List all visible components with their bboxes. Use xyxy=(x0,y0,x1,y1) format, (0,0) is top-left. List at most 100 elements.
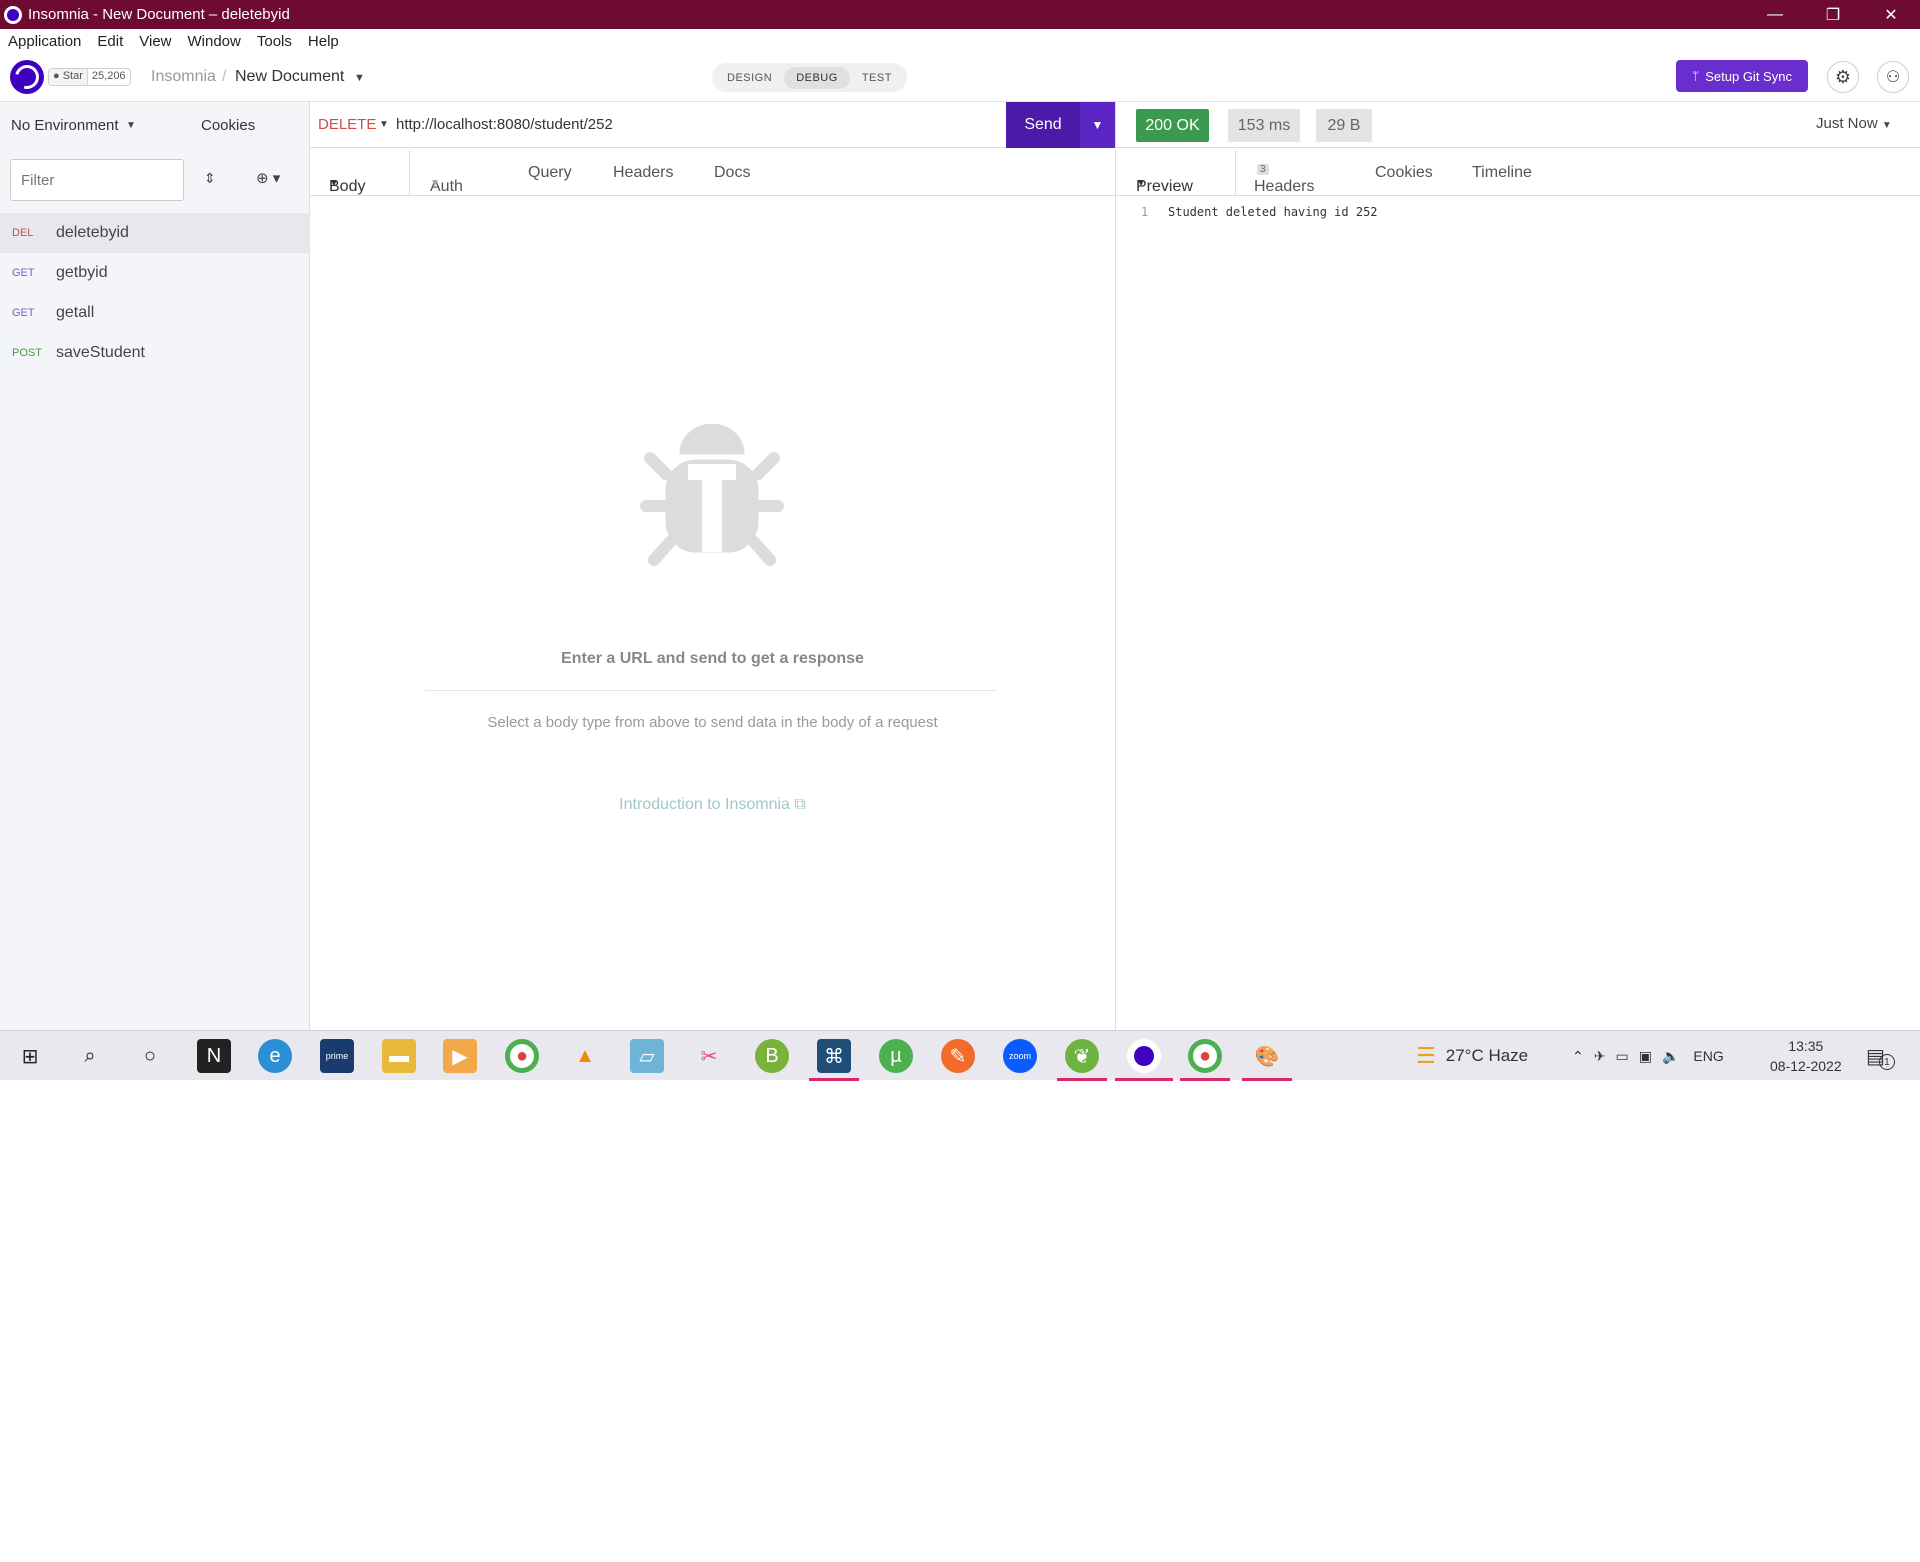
response-status-bar: 200 OK 153 ms 29 B Just Now ▼ xyxy=(1115,102,1920,148)
environment-dropdown[interactable]: No Environment xyxy=(11,117,119,134)
window-title: Insomnia - New Document – deletebyid xyxy=(28,6,290,23)
send-button[interactable]: Send xyxy=(1006,102,1080,148)
paint-icon[interactable]: 🎨 xyxy=(1250,1039,1284,1073)
tab-timeline[interactable]: Timeline xyxy=(1472,164,1532,182)
tab-debug[interactable]: DEBUG xyxy=(784,66,850,89)
tab-response-cookies[interactable]: Cookies xyxy=(1375,164,1433,182)
request-item-deletebyid[interactable]: DEL deletebyid xyxy=(0,213,310,253)
filter-input[interactable] xyxy=(10,159,184,201)
tab-response-headers[interactable]: Headers 3 xyxy=(1254,164,1314,195)
notes-app-icon[interactable]: ▱ xyxy=(630,1039,664,1073)
chrome-profile-icon[interactable]: ● xyxy=(1188,1039,1222,1073)
active-app-indicator xyxy=(1242,1078,1292,1081)
request-name: saveStudent xyxy=(56,344,145,361)
method-badge: POST xyxy=(12,347,42,359)
snipping-tool-icon[interactable]: ✂ xyxy=(692,1039,726,1073)
menu-application[interactable]: Application xyxy=(0,33,89,50)
utorrent-icon[interactable]: µ xyxy=(879,1039,913,1073)
chevron-down-icon[interactable]: ▼ xyxy=(354,72,365,84)
request-tabs: Body ▼ Auth ▼ Query Headers Docs xyxy=(310,150,1115,196)
active-app-indicator xyxy=(1057,1078,1107,1081)
chevron-down-icon: ▼ xyxy=(1091,118,1104,132)
battery-icon[interactable]: ▭ xyxy=(1615,1048,1628,1065)
volume-icon[interactable]: 🔈 xyxy=(1662,1048,1679,1065)
weather-widget[interactable]: ☰ 27°C Haze xyxy=(1416,1031,1528,1081)
chevron-up-icon[interactable]: ⌃ xyxy=(1572,1048,1584,1065)
display-icon[interactable]: ▣ xyxy=(1639,1048,1652,1065)
active-app-indicator xyxy=(1180,1078,1230,1081)
tab-design[interactable]: DESIGN xyxy=(715,67,784,89)
breadcrumb-root[interactable]: Insomnia xyxy=(151,68,216,86)
github-star-button[interactable]: ● Star 25,206 xyxy=(48,68,131,86)
chevron-down-icon[interactable]: ▼ xyxy=(126,120,136,131)
response-line: Student deleted having id 252 xyxy=(1168,205,1378,219)
bug-icon xyxy=(640,424,784,566)
insomnia-taskbar-icon[interactable] xyxy=(1127,1039,1161,1073)
git-sync-label: Setup Git Sync xyxy=(1705,68,1792,84)
request-name: getall xyxy=(56,304,95,321)
vlc-icon[interactable]: ▲ xyxy=(568,1039,602,1073)
setup-git-sync-button[interactable]: ᛘ Setup Git Sync xyxy=(1676,60,1808,92)
close-button[interactable]: ✕ xyxy=(1862,0,1920,29)
send-options-button[interactable]: ▼ xyxy=(1080,102,1115,148)
cookies-button[interactable]: Cookies xyxy=(201,117,255,134)
mysql-workbench-icon[interactable]: ⌘ xyxy=(817,1039,851,1073)
edge-icon[interactable]: e xyxy=(258,1039,292,1073)
menu-help[interactable]: Help xyxy=(300,33,347,50)
tab-headers[interactable]: Headers xyxy=(613,164,673,182)
restore-button[interactable]: ❐ xyxy=(1804,0,1862,29)
tab-divider xyxy=(409,150,410,196)
add-request-button[interactable]: ⊕ ▾ xyxy=(256,169,280,187)
tab-query[interactable]: Query xyxy=(528,164,572,182)
postman-icon[interactable]: ✎ xyxy=(941,1039,975,1073)
empty-state-subtitle: Select a body type from above to send da… xyxy=(487,714,938,731)
menu-edit[interactable]: Edit xyxy=(89,33,131,50)
time-badge: 153 ms xyxy=(1228,109,1300,142)
sidebar: No Environment ▼ Cookies ⇕ ⊕ ▾ DEL delet… xyxy=(0,102,310,1030)
insomnia-logo-icon xyxy=(4,5,22,24)
account-button[interactable]: ⚇ xyxy=(1877,61,1909,93)
request-item-savestudent[interactable]: POST saveStudent xyxy=(0,333,310,373)
divider xyxy=(425,690,997,691)
url-input[interactable]: http://localhost:8080/student/252 xyxy=(396,116,613,133)
notifications-button[interactable]: ▤ 1 xyxy=(1866,1031,1895,1081)
sort-icon[interactable]: ⇕ xyxy=(204,170,216,187)
window-titlebar: Insomnia - New Document – deletebyid — ❐… xyxy=(0,0,1920,29)
history-dropdown[interactable]: Just Now ▼ xyxy=(1816,115,1892,132)
method-badge: GET xyxy=(12,267,35,279)
insomnia-home-icon[interactable] xyxy=(10,60,44,94)
bluestacks-icon[interactable]: B xyxy=(755,1039,789,1073)
cortana-icon[interactable]: ○ xyxy=(133,1039,167,1073)
request-item-getall[interactable]: GET getall xyxy=(0,293,310,333)
chevron-down-icon[interactable]: ▼ xyxy=(379,119,389,130)
tab-divider xyxy=(1235,150,1236,196)
windows-start-icon[interactable]: ⊞ xyxy=(13,1039,47,1073)
file-explorer-icon[interactable]: ▬ xyxy=(382,1039,416,1073)
airplane-mode-icon[interactable]: ✈ xyxy=(1594,1048,1606,1065)
method-dropdown[interactable]: DELETE xyxy=(318,116,376,133)
document-name[interactable]: New Document xyxy=(235,68,344,86)
line-number: 1 xyxy=(1141,205,1149,219)
chrome-icon[interactable]: ● xyxy=(505,1039,539,1073)
language-indicator[interactable]: ENG xyxy=(1693,1048,1723,1064)
spring-tool-suite-icon[interactable]: ❦ xyxy=(1065,1039,1099,1073)
menu-view[interactable]: View xyxy=(131,33,179,50)
status-badge: 200 OK xyxy=(1136,109,1209,142)
zoom-icon[interactable]: zoom xyxy=(1003,1039,1037,1073)
github-icon: ● xyxy=(53,70,60,82)
menu-tools[interactable]: Tools xyxy=(249,33,300,50)
minimize-button[interactable]: — xyxy=(1746,0,1804,29)
search-icon[interactable]: ⌕ xyxy=(73,1039,107,1073)
clock[interactable]: 13:35 08-12-2022 xyxy=(1770,1031,1842,1081)
gear-icon: ⚙ xyxy=(1834,66,1852,87)
media-player-icon[interactable]: ▶ xyxy=(443,1039,477,1073)
menu-window[interactable]: Window xyxy=(180,33,249,50)
external-link-icon: ⧉ xyxy=(794,796,806,813)
prime-video-icon[interactable]: prime xyxy=(320,1039,354,1073)
tab-test[interactable]: TEST xyxy=(850,67,904,89)
request-item-getbyid[interactable]: GET getbyid xyxy=(0,253,310,293)
tab-docs[interactable]: Docs xyxy=(714,164,750,182)
settings-button[interactable]: ⚙ xyxy=(1827,61,1859,93)
notion-icon[interactable]: N xyxy=(197,1039,231,1073)
introduction-link[interactable]: Introduction to Insomnia ⧉ xyxy=(310,796,1115,814)
